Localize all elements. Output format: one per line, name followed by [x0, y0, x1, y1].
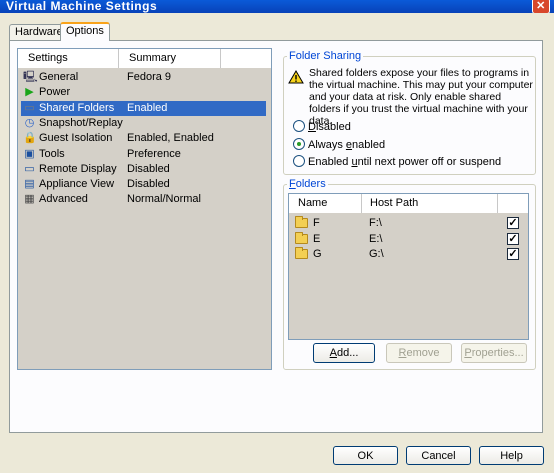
folder-name: E [313, 232, 321, 245]
radio-enabled-until-button[interactable] [293, 155, 305, 167]
settings-row-snapshot-replay[interactable]: ◷ Snapshot/Replay [21, 116, 266, 131]
appliance-icon: ▤ [24, 178, 35, 191]
properties-button-label: roperties... [471, 347, 524, 359]
folders-legend: Folders [287, 178, 328, 190]
settings-row-general[interactable]: 🖳 General Fedora 9 [21, 70, 266, 85]
folder-name: F [313, 217, 320, 229]
general-icon: 🖳 [23, 71, 38, 83]
title-bar: Virtual Machine Settings ✕ [0, 0, 554, 13]
radio-always-enabled-button[interactable] [293, 138, 305, 150]
settings-row-power[interactable]: ▶ Power [21, 85, 266, 100]
column-header-name[interactable]: Name [289, 194, 362, 213]
help-button[interactable]: Help [479, 446, 544, 465]
settings-list-header: Settings Summary [18, 49, 271, 68]
radio-always-enabled-label-pre: Always [308, 139, 346, 151]
column-header-enabled[interactable] [498, 194, 528, 213]
settings-row-name: Guest Isolation [39, 132, 113, 145]
settings-row-name: Advanced [39, 193, 88, 206]
settings-row-summary: Preference [127, 147, 181, 160]
settings-row-name: Snapshot/Replay [39, 116, 123, 129]
settings-row-advanced[interactable]: ▦ Advanced Normal/Normal [21, 192, 266, 207]
radio-enabled-until-power-off[interactable]: Enabled until next power off or suspend [293, 155, 501, 169]
settings-row-summary: Fedora 9 [127, 71, 172, 83]
radio-always-enabled-label-rest: nabled [352, 139, 386, 151]
properties-button[interactable]: Properties... [461, 343, 527, 363]
folder-host-path: G:\ [369, 248, 384, 260]
folder-row[interactable]: F F:\ ✓ [289, 215, 528, 231]
settings-row-summary: Enabled, Enabled [127, 132, 214, 145]
add-button[interactable]: Add... [313, 343, 375, 363]
folder-name: G [313, 248, 322, 260]
settings-row-summary: Disabled [127, 178, 170, 191]
settings-row-summary: Disabled [127, 162, 170, 175]
settings-row-guest-isolation[interactable]: 🔒 Guest Isolation Enabled, Enabled [21, 131, 266, 146]
settings-row-summary: Enabled [127, 101, 168, 114]
radio-always-enabled[interactable]: Always enabled [293, 138, 385, 152]
folder-icon [295, 216, 308, 228]
folder-sharing-warning-text: Shared folders expose your files to prog… [309, 67, 533, 127]
radio-disabled[interactable]: Disabled [293, 120, 351, 134]
radio-disabled-label-accel: D [308, 121, 316, 133]
folder-icon [295, 231, 308, 244]
cancel-button[interactable]: Cancel [406, 446, 471, 465]
folder-row[interactable]: G G:\ ✓ [289, 246, 528, 262]
settings-list[interactable]: Settings Summary 🖳 General Fedora 9 ▶ Power ▭… [17, 48, 272, 370]
settings-row-name: Shared Folders [39, 101, 115, 114]
settings-row-name: Appliance View [39, 178, 115, 191]
folders-table-header: Name Host Path [289, 194, 528, 213]
window-title: Virtual Machine Settings [6, 0, 158, 13]
folders-legend-rest: olders [295, 178, 326, 190]
settings-row-name: Remote Display [39, 162, 117, 175]
snapshot-icon: ◷ [24, 116, 35, 129]
settings-row-name: General [39, 71, 79, 83]
tab-options[interactable]: Options [60, 22, 110, 41]
settings-row-tools[interactable]: ▣ Tools Preference [21, 147, 266, 162]
radio-enabled-until-label-rest: ntil next power off or suspend [357, 156, 502, 168]
ok-button[interactable]: OK [333, 446, 398, 465]
folder-host-path: F:\ [369, 217, 382, 229]
settings-row-remote-display[interactable]: ▭ Remote Display Disabled [21, 162, 266, 177]
column-header-summary[interactable]: Summary [119, 49, 221, 68]
remove-button-label: emove [406, 347, 440, 359]
folder-sharing-legend: Folder Sharing [289, 50, 362, 62]
radio-disabled-button[interactable] [293, 120, 305, 132]
folders-table[interactable]: Name Host Path F F:\ ✓ E E:\ ✓ G G:\ ✓ [288, 193, 529, 340]
lock-icon: 🔒 [23, 132, 37, 145]
shared-folders-icon: ▭ [24, 101, 35, 114]
close-icon[interactable]: ✕ [532, 0, 550, 13]
remove-button[interactable]: Remove [386, 343, 452, 363]
monitor-icon: ▭ [24, 162, 35, 175]
power-icon: ▶ [25, 86, 34, 99]
column-header-host-path[interactable]: Host Path [362, 194, 498, 213]
folder-enabled-checkbox[interactable]: ✓ [507, 232, 519, 245]
warning-icon [288, 70, 304, 84]
folders-legend-accel: F [289, 178, 296, 190]
advanced-icon: ▦ [24, 193, 35, 206]
folder-host-path: E:\ [369, 232, 383, 245]
folder-icon [295, 247, 308, 259]
radio-disabled-label-rest: isabled [315, 121, 351, 133]
radio-enabled-until-label-pre: Enabled [308, 156, 352, 168]
properties-button-accel: P [464, 347, 472, 359]
column-header-settings[interactable]: Settings [18, 49, 119, 68]
settings-row-summary: Normal/Normal [127, 193, 201, 206]
add-button-label: dd... [336, 347, 359, 359]
settings-row-shared-folders[interactable]: ▭ Shared Folders Enabled [21, 100, 266, 116]
settings-row-name: Power [39, 86, 71, 99]
settings-row-name: Tools [39, 147, 65, 160]
tools-icon: ▣ [24, 147, 35, 160]
folder-row[interactable]: E E:\ ✓ [289, 231, 528, 247]
folder-enabled-checkbox[interactable]: ✓ [507, 217, 519, 229]
settings-row-appliance-view[interactable]: ▤ Appliance View Disabled [21, 177, 266, 192]
folder-enabled-checkbox[interactable]: ✓ [507, 248, 519, 260]
add-button-accel: A [329, 347, 337, 359]
